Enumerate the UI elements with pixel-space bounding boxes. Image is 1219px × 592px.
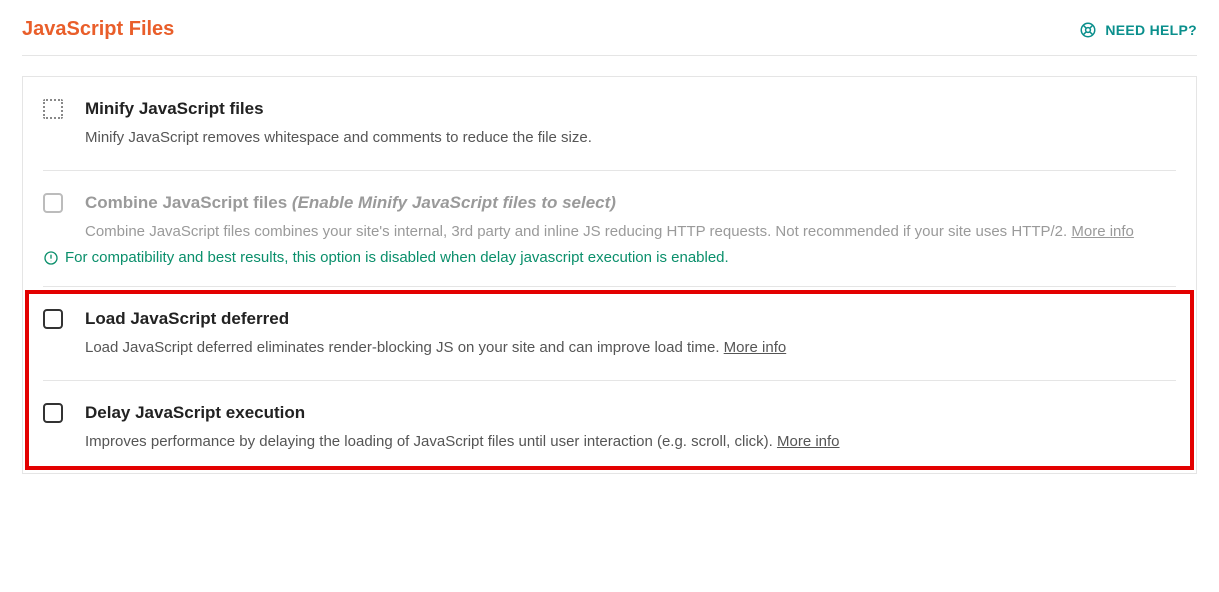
settings-section: JavaScript Files NEED HELP? Minify: [0, 0, 1219, 504]
defer-more-info-link[interactable]: More info: [724, 339, 787, 356]
combine-checkbox: [43, 193, 63, 213]
section-header: JavaScript Files NEED HELP?: [22, 18, 1197, 56]
minify-checkbox[interactable]: [43, 99, 63, 119]
combine-note: For compatibility and best results, this…: [43, 247, 1176, 287]
defer-label: Load JavaScript deferred: [85, 309, 1176, 329]
option-combine-block: Combine JavaScript files (Enable Minify …: [43, 171, 1176, 288]
option-combine-js: Combine JavaScript files (Enable Minify …: [43, 171, 1176, 254]
section-title: JavaScript Files: [22, 18, 174, 41]
delay-checkbox[interactable]: [43, 403, 63, 423]
delay-desc: Improves performance by delaying the loa…: [85, 431, 1176, 454]
need-help-button[interactable]: NEED HELP?: [1079, 21, 1197, 39]
minify-desc: Minify JavaScript removes whitespace and…: [85, 127, 1176, 150]
option-defer-js: Load JavaScript deferred Load JavaScript…: [43, 287, 1176, 381]
defer-checkbox[interactable]: [43, 309, 63, 329]
highlighted-group: Load JavaScript deferred Load JavaScript…: [43, 287, 1176, 473]
need-help-label: NEED HELP?: [1105, 22, 1197, 38]
lifebuoy-icon: [1079, 21, 1097, 39]
delay-more-info-link[interactable]: More info: [777, 433, 840, 450]
combine-desc: Combine JavaScript files combines your s…: [85, 221, 1176, 244]
minify-label: Minify JavaScript files: [85, 99, 1176, 119]
combine-label: Combine JavaScript files (Enable Minify …: [85, 193, 1176, 213]
options-panel: Minify JavaScript files Minify JavaScrip…: [22, 76, 1197, 474]
defer-desc: Load JavaScript deferred eliminates rend…: [85, 337, 1176, 360]
option-delay-js: Delay JavaScript execution Improves perf…: [43, 381, 1176, 474]
option-minify-js: Minify JavaScript files Minify JavaScrip…: [43, 77, 1176, 171]
combine-more-info-link[interactable]: More info: [1071, 223, 1134, 240]
delay-label: Delay JavaScript execution: [85, 403, 1176, 423]
